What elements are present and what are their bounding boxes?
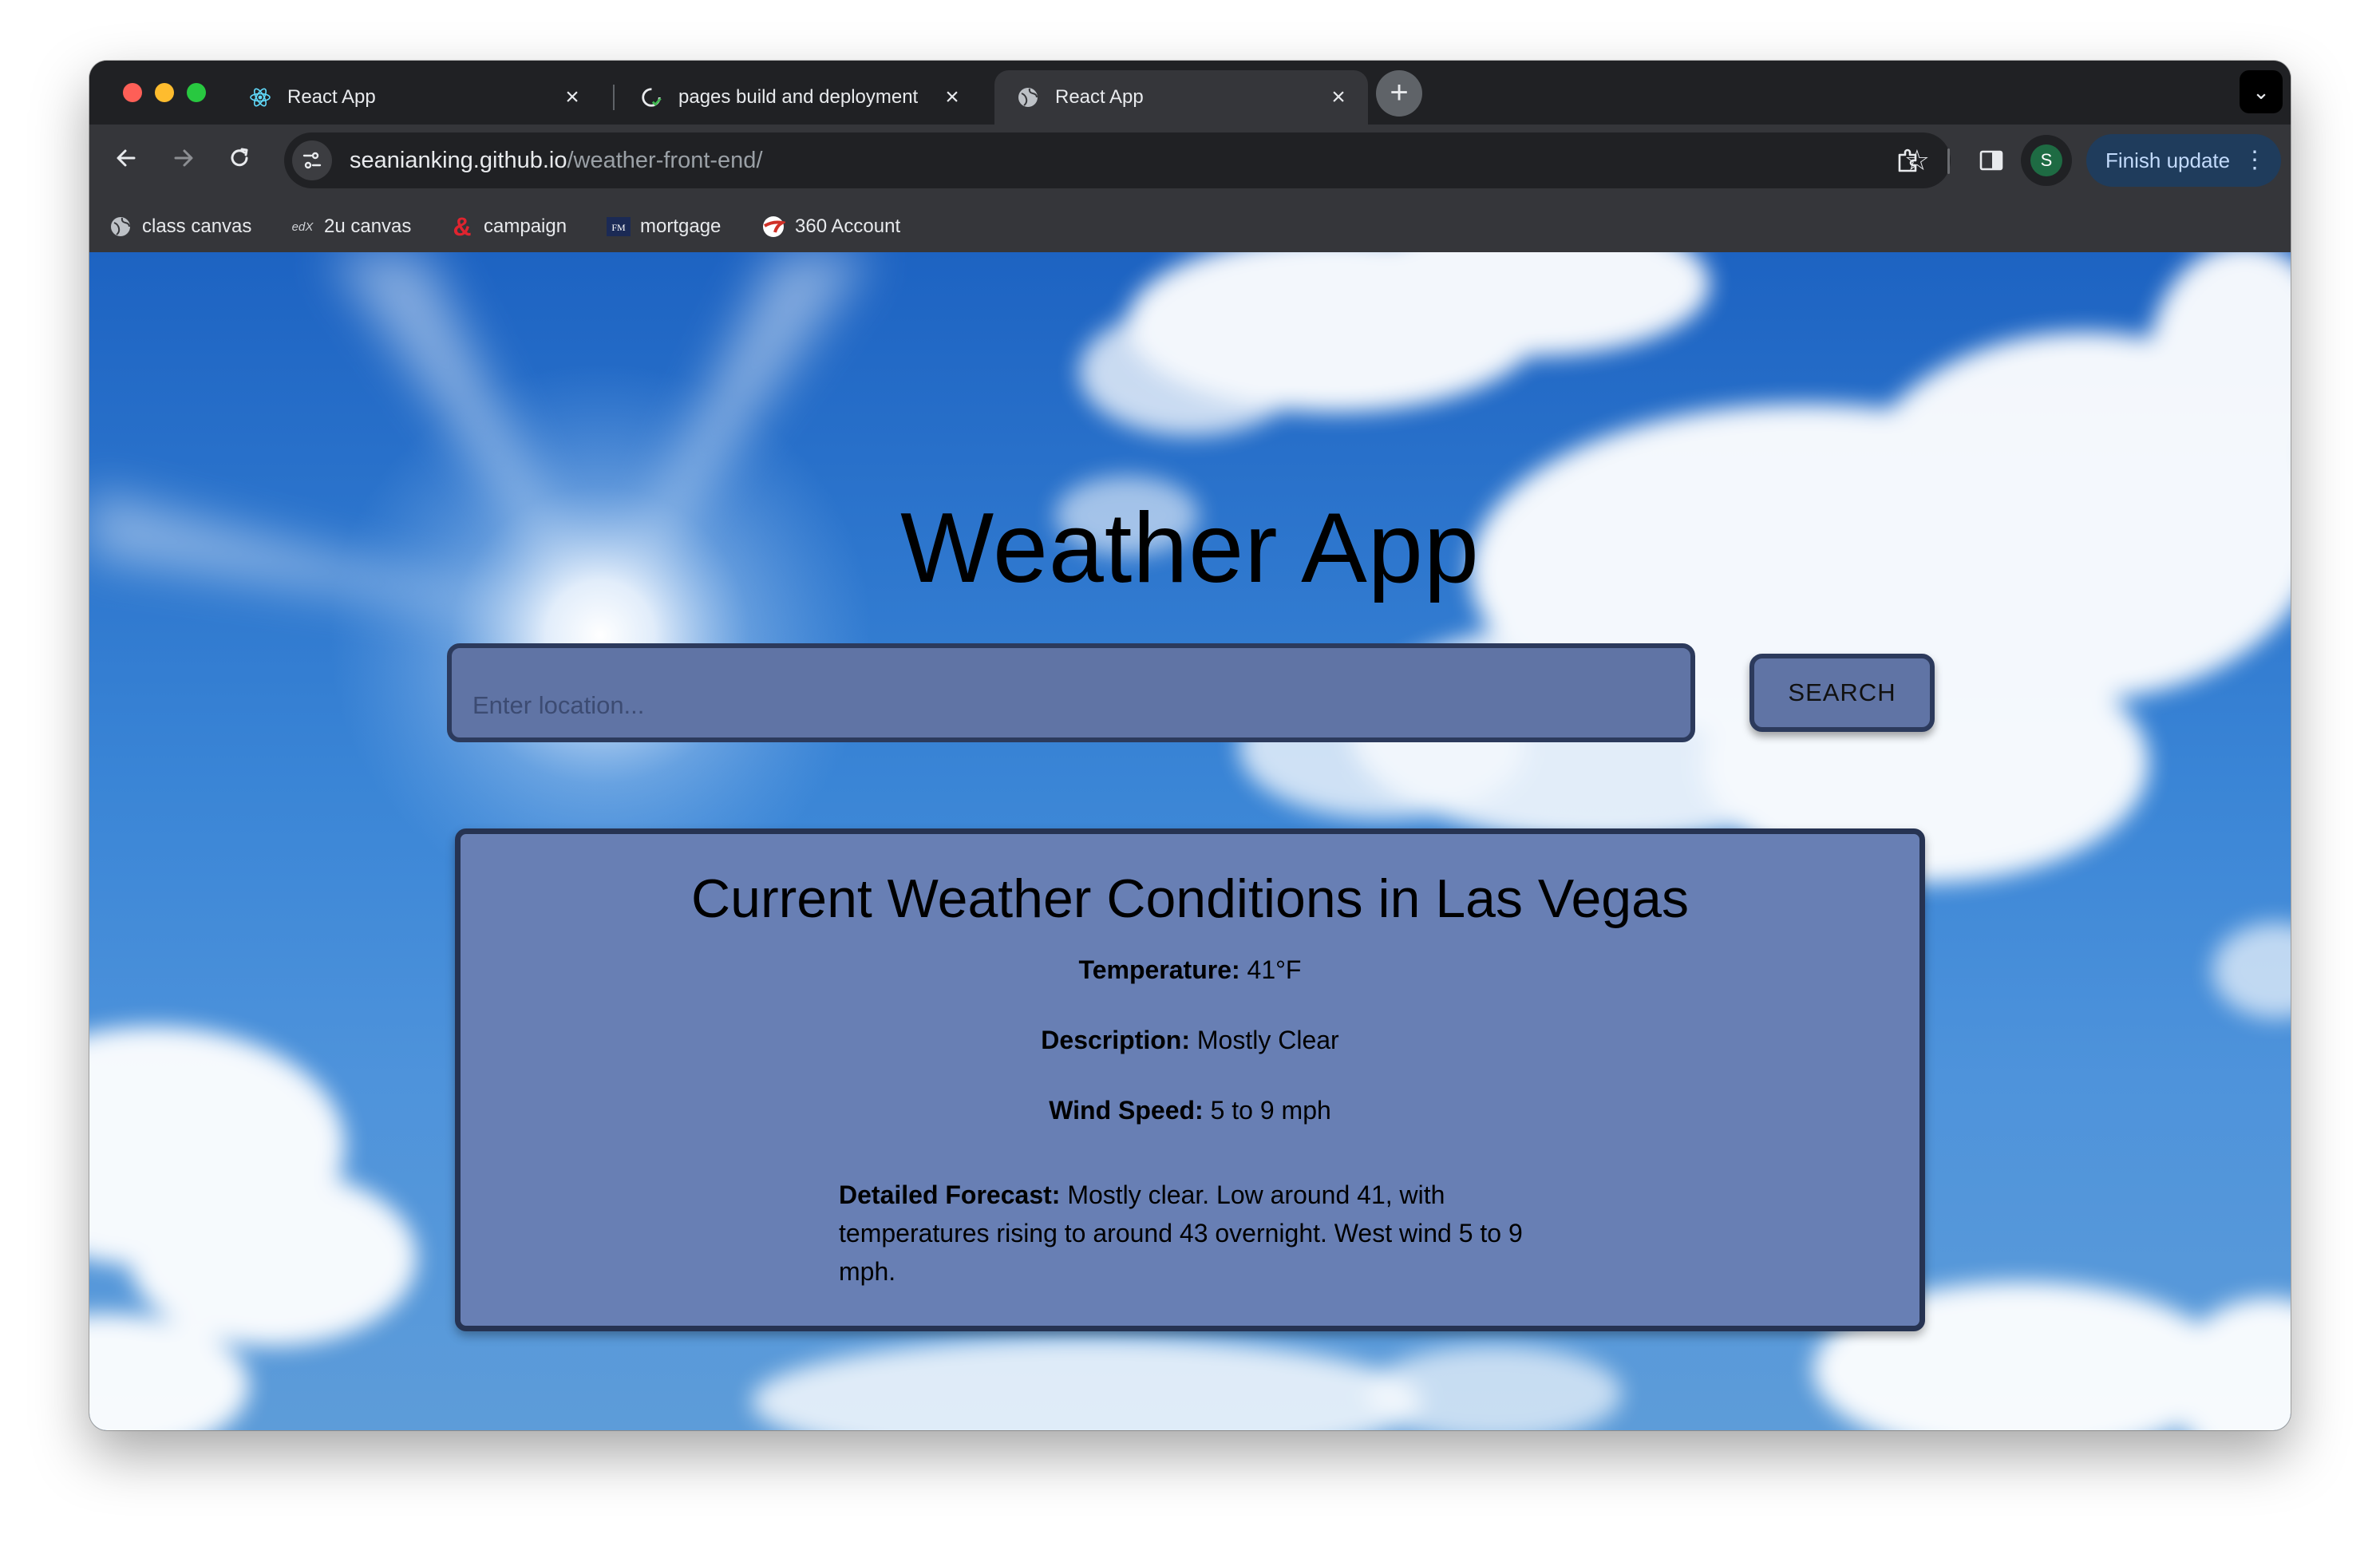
bookmark-label: 2u canvas: [324, 215, 412, 237]
bookmark-label: class canvas: [142, 215, 252, 237]
side-panel-icon[interactable]: [1971, 140, 2011, 180]
tab-search-button[interactable]: ⌄: [2240, 70, 2283, 113]
bookmark-campaign[interactable]: & campaign: [450, 196, 567, 257]
search-button[interactable]: SEARCH: [1749, 654, 1935, 732]
svg-text:FM: FM: [611, 222, 626, 233]
app-title: Weather App: [900, 493, 1480, 603]
tab-title: pages build and deployment: [678, 86, 919, 108]
extensions-icon[interactable]: [1888, 140, 1928, 180]
address-bar[interactable]: seanianking.github.io/weather-front-end/…: [284, 132, 1951, 188]
edx-icon: edX: [291, 219, 314, 234]
wind-speed-row: Wind Speed: 5 to 9 mph: [461, 1096, 1919, 1125]
react-icon: [249, 86, 271, 109]
more-vert-icon: ⋮: [2243, 147, 2267, 173]
tab-title: React App: [287, 86, 376, 108]
temperature-value: 41°F: [1247, 955, 1302, 984]
bookmark-2u-canvas[interactable]: edX 2u canvas: [291, 196, 412, 257]
tab-strip: React App × pages build and deployment ×…: [89, 61, 2291, 125]
globe-icon: [1017, 86, 1039, 109]
globe-icon: [109, 215, 132, 239]
tab-title: React App: [1055, 86, 1144, 108]
fm-icon: FM: [607, 215, 631, 239]
tab-pages-build[interactable]: pages build and deployment ×: [618, 70, 982, 125]
url-host: seanianking.github.io: [350, 148, 567, 173]
description-value: Mostly Clear: [1196, 1026, 1339, 1054]
close-tab-icon[interactable]: ×: [560, 84, 584, 111]
url-text: seanianking.github.io/weather-front-end/: [350, 132, 763, 188]
minimize-window-button[interactable]: [155, 83, 174, 102]
github-icon: [640, 86, 662, 109]
weather-card: Current Weather Conditions in Las Vegas …: [455, 828, 1925, 1331]
reload-icon: [231, 148, 248, 167]
close-tab-icon[interactable]: ×: [1326, 84, 1350, 111]
close-window-button[interactable]: [123, 83, 142, 102]
finish-update-button[interactable]: Finish update ⋮: [2086, 134, 2281, 187]
back-button[interactable]: [107, 142, 145, 180]
forecast-label: Detailed Forecast:: [839, 1180, 1061, 1209]
arrow-right-icon: [174, 149, 193, 167]
temperature-label: Temperature:: [1078, 955, 1240, 984]
site-info-icon[interactable]: [292, 140, 332, 180]
new-tab-button[interactable]: +: [1376, 70, 1422, 117]
reload-button[interactable]: [220, 142, 259, 180]
avatar: S: [2030, 144, 2062, 176]
forward-button[interactable]: [164, 142, 203, 180]
ampersand-icon: &: [453, 212, 472, 241]
profile-button[interactable]: S: [2021, 135, 2072, 186]
tab-react-app-1[interactable]: React App ×: [227, 70, 602, 125]
tab-divider: [613, 85, 615, 110]
page-viewport: Weather App SEARCH Current Weather Condi…: [89, 252, 2291, 1430]
capital-one-icon: [761, 215, 785, 239]
arrow-left-icon: [117, 149, 136, 167]
temperature-row: Temperature: 41°F: [461, 955, 1919, 985]
description-row: Description: Mostly Clear: [461, 1026, 1919, 1055]
detailed-forecast: Detailed Forecast: Mostly clear. Low aro…: [839, 1176, 1557, 1291]
toolbar-divider: [1947, 148, 1950, 174]
bookmark-label: 360 Account: [795, 215, 901, 237]
bookmark-mortgage[interactable]: FM mortgage: [607, 196, 721, 257]
close-tab-icon[interactable]: ×: [940, 84, 964, 111]
url-path: /weather-front-end/: [567, 148, 763, 173]
bookmark-label: campaign: [484, 215, 567, 237]
browser-window: React App × pages build and deployment ×…: [89, 61, 2291, 1430]
wind-speed-label: Wind Speed:: [1049, 1096, 1204, 1125]
bookmark-360-account[interactable]: 360 Account: [761, 196, 900, 257]
description-label: Description:: [1041, 1026, 1190, 1054]
finish-update-label: Finish update: [2105, 148, 2231, 172]
bookmarks-bar: class canvas edX 2u canvas & campaign FM…: [89, 196, 2291, 257]
maximize-window-button[interactable]: [187, 83, 206, 102]
tab-react-app-active[interactable]: React App ×: [994, 70, 1368, 125]
bookmark-label: mortgage: [640, 215, 722, 237]
bookmark-class-canvas[interactable]: class canvas: [109, 196, 251, 257]
location-search-input[interactable]: [447, 643, 1695, 742]
chevron-down-icon: ⌄: [2252, 80, 2270, 104]
wind-speed-value: 5 to 9 mph: [1210, 1096, 1331, 1125]
card-heading: Current Weather Conditions in Las Vegas: [691, 868, 1689, 929]
